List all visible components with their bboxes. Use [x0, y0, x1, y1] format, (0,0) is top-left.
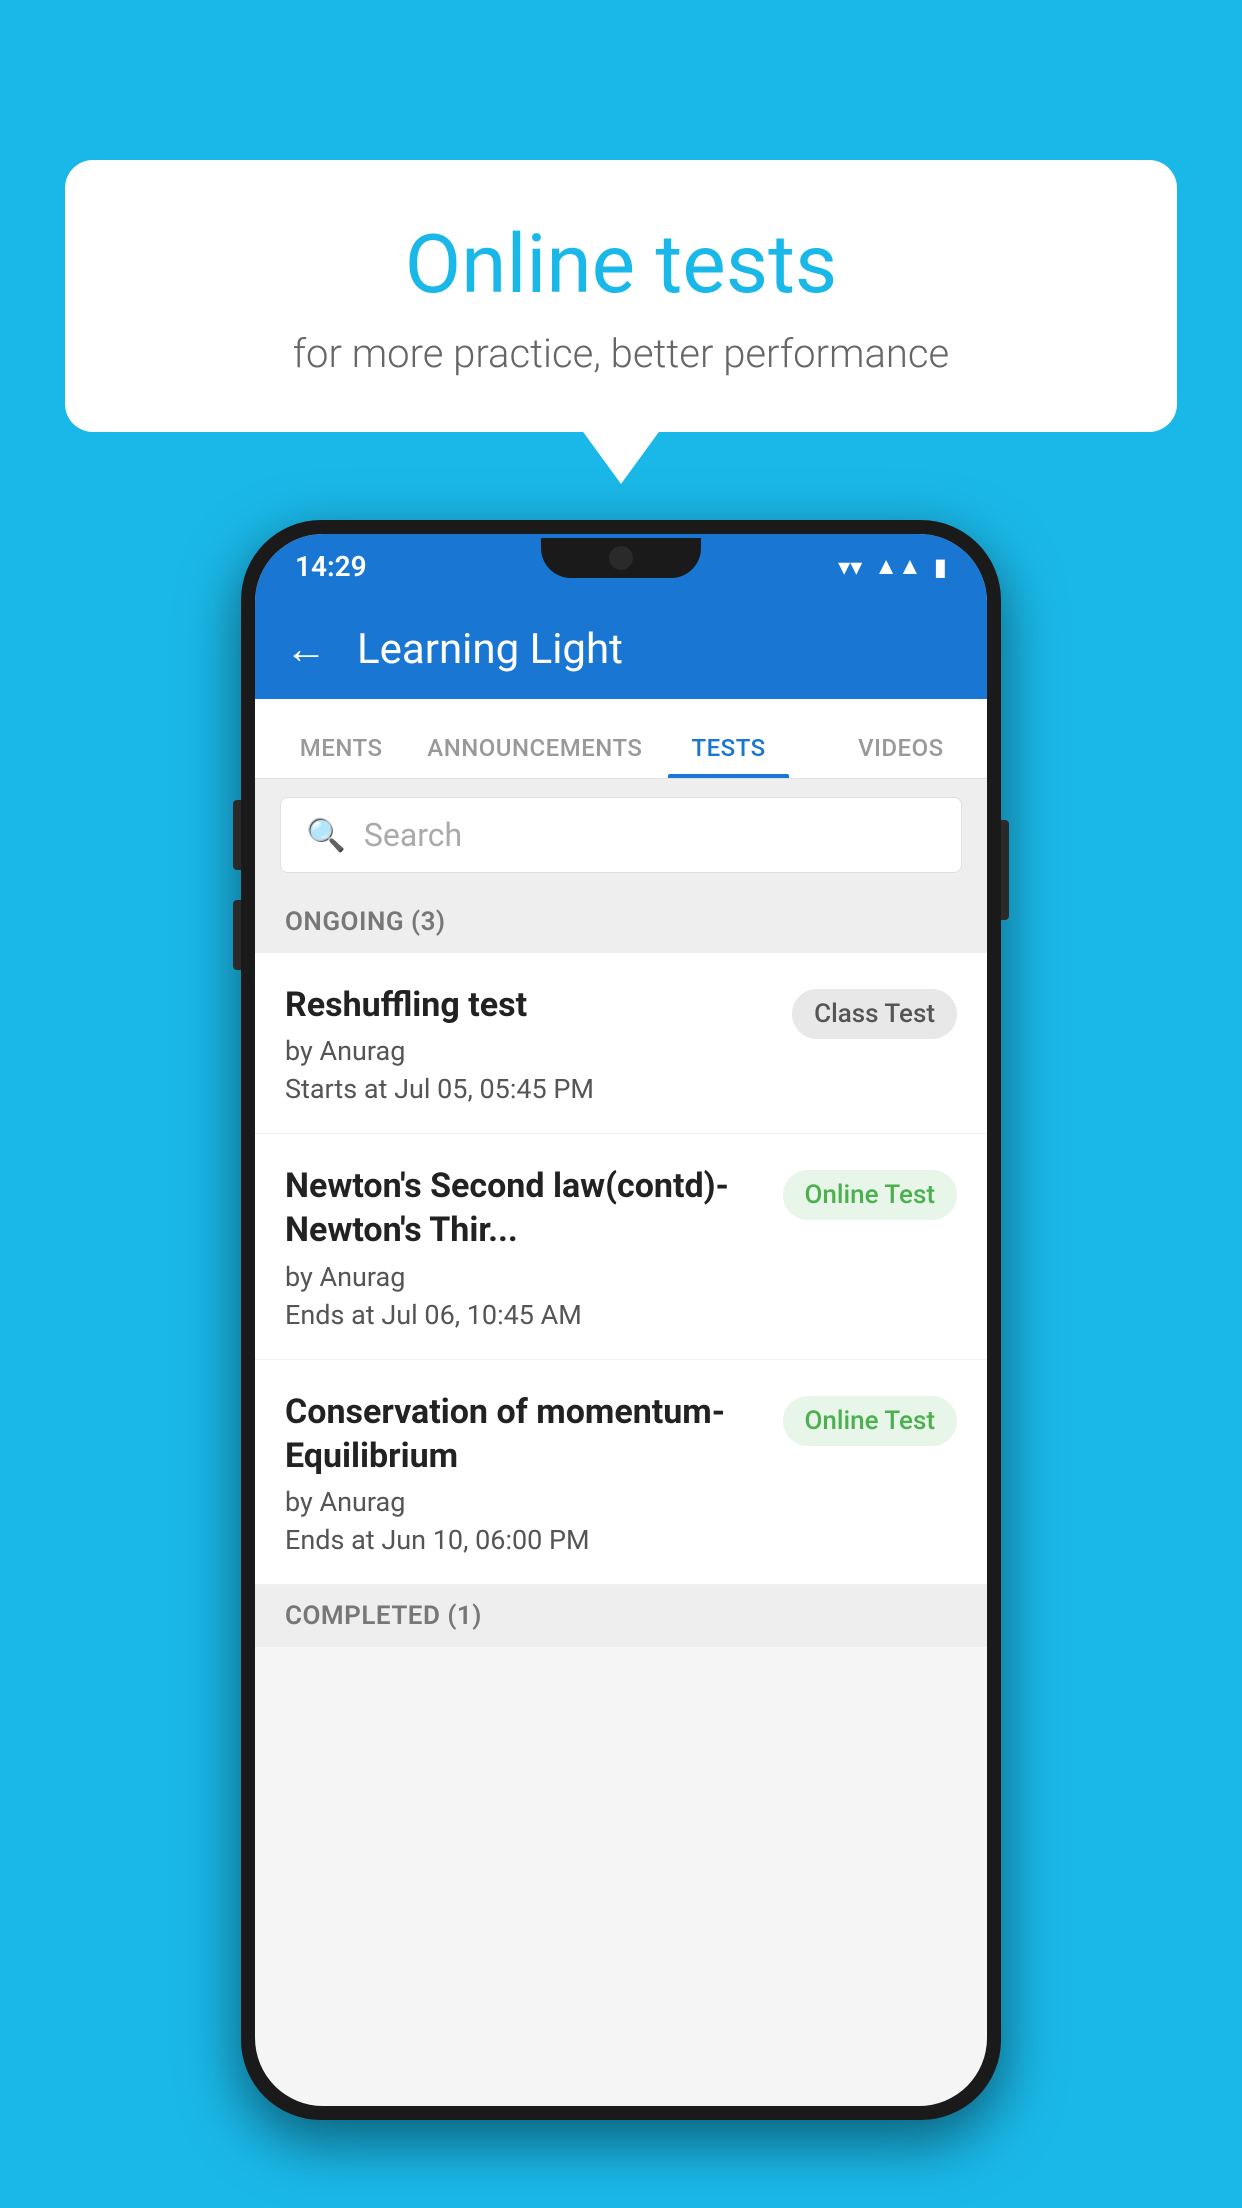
phone-mockup: 14:29 ▾▾ ▲▲ ▮ ← Learning Light MENTS ANN… — [241, 520, 1001, 2120]
phone-screen: 14:29 ▾▾ ▲▲ ▮ ← Learning Light MENTS ANN… — [255, 534, 987, 2106]
speech-bubble: Online tests for more practice, better p… — [65, 160, 1177, 432]
test-time: Ends at Jul 06, 10:45 AM — [285, 1299, 763, 1331]
test-author: by Anurag — [285, 1035, 772, 1067]
status-time: 14:29 — [295, 550, 367, 583]
camera — [609, 546, 633, 570]
tab-videos[interactable]: VIDEOS — [815, 734, 987, 778]
wifi-icon: ▾▾ — [838, 553, 862, 581]
test-badge-online: Online Test — [783, 1396, 958, 1446]
app-bar: ← Learning Light — [255, 599, 987, 699]
signal-icon: ▲▲ — [874, 552, 922, 581]
test-badge-online: Online Test — [783, 1170, 958, 1220]
power-button — [1001, 820, 1009, 920]
tab-ments[interactable]: MENTS — [255, 734, 427, 778]
test-time: Ends at Jun 10, 06:00 PM — [285, 1524, 763, 1556]
app-bar-title: Learning Light — [357, 625, 623, 674]
tab-tests[interactable]: TESTS — [642, 734, 814, 778]
test-item[interactable]: Newton's Second law(contd)-Newton's Thir… — [255, 1134, 987, 1359]
test-name: Reshuffling test — [285, 983, 772, 1027]
test-item[interactable]: Conservation of momentum-Equilibrium by … — [255, 1360, 987, 1585]
test-badge-class: Class Test — [792, 989, 957, 1039]
volume-down-button — [233, 900, 241, 970]
test-name: Newton's Second law(contd)-Newton's Thir… — [285, 1164, 763, 1252]
phone-notch — [541, 538, 701, 578]
test-info: Conservation of momentum-Equilibrium by … — [285, 1390, 763, 1556]
test-info: Reshuffling test by Anurag Starts at Jul… — [285, 983, 772, 1105]
back-button[interactable]: ← — [285, 625, 327, 674]
search-icon: 🔍 — [306, 816, 346, 854]
tab-announcements[interactable]: ANNOUNCEMENTS — [427, 734, 642, 778]
tests-list: Reshuffling test by Anurag Starts at Jul… — [255, 953, 987, 1585]
search-input[interactable]: Search — [364, 816, 462, 854]
completed-section-header: COMPLETED (1) — [255, 1585, 987, 1647]
status-icons: ▾▾ ▲▲ ▮ — [838, 552, 947, 581]
test-author: by Anurag — [285, 1486, 763, 1518]
search-container: 🔍 Search — [255, 779, 987, 891]
search-bar[interactable]: 🔍 Search — [280, 797, 962, 873]
test-time: Starts at Jul 05, 05:45 PM — [285, 1073, 772, 1105]
tabs-bar: MENTS ANNOUNCEMENTS TESTS VIDEOS — [255, 699, 987, 779]
battery-icon: ▮ — [934, 553, 947, 581]
test-author: by Anurag — [285, 1261, 763, 1293]
phone-frame: 14:29 ▾▾ ▲▲ ▮ ← Learning Light MENTS ANN… — [241, 520, 1001, 2120]
speech-bubble-title: Online tests — [135, 220, 1107, 310]
test-item[interactable]: Reshuffling test by Anurag Starts at Jul… — [255, 953, 987, 1134]
volume-up-button — [233, 800, 241, 870]
test-info: Newton's Second law(contd)-Newton's Thir… — [285, 1164, 763, 1330]
ongoing-section-header: ONGOING (3) — [255, 891, 987, 953]
test-name: Conservation of momentum-Equilibrium — [285, 1390, 763, 1478]
speech-bubble-subtitle: for more practice, better performance — [135, 330, 1107, 377]
